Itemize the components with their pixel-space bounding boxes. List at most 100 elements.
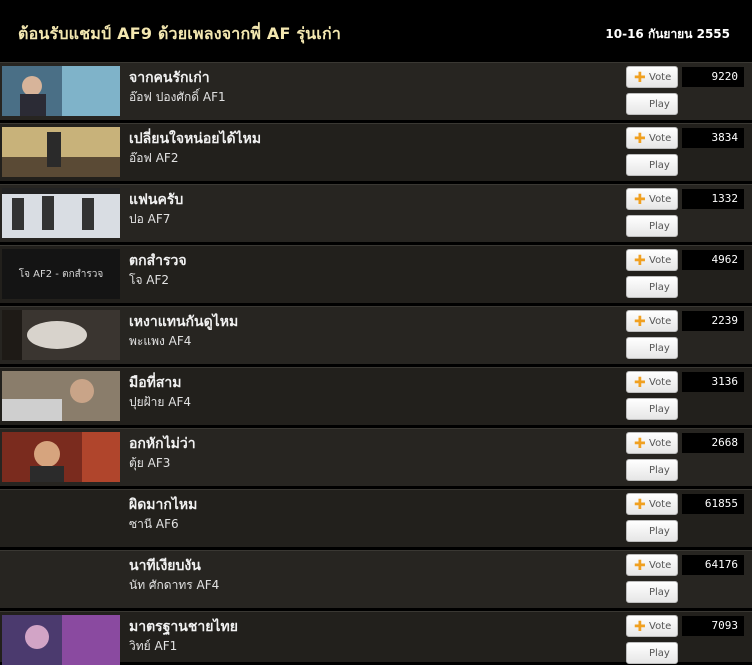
video-thumbnail[interactable]: [2, 615, 120, 665]
plus-icon: ✚: [634, 131, 646, 147]
play-button[interactable]: Play: [626, 398, 678, 420]
list-item: แฟนครับ ปอ AF7 ✚ Vote Play 1332: [0, 184, 752, 242]
list-item: มือที่สาม ปุยฝ้าย AF4 ✚ Vote Play 3136: [0, 367, 752, 425]
vote-button[interactable]: ✚ Vote: [626, 249, 678, 271]
vote-button[interactable]: ✚ Vote: [626, 66, 678, 88]
vote-label: Vote: [649, 255, 672, 266]
plus-icon: ✚: [634, 253, 646, 269]
vote-button[interactable]: ✚ Vote: [626, 310, 678, 332]
play-button[interactable]: Play: [626, 459, 678, 481]
play-label: Play: [649, 526, 670, 537]
vote-label: Vote: [649, 560, 672, 571]
song-title[interactable]: อกหักไม่ว่า: [129, 433, 196, 455]
song-title[interactable]: ผิดมากไหม: [129, 494, 197, 516]
list-item: จากคนรักเก่า อ๊อฟ ปองศักดิ์ AF1 ✚ Vote Pl…: [0, 62, 752, 120]
artist-name: นัท ศักดาทร AF4: [129, 578, 220, 592]
play-label: Play: [649, 282, 670, 293]
vote-button[interactable]: ✚ Vote: [626, 188, 678, 210]
song-title[interactable]: เปลี่ยนใจหน่อยได้ไหม: [129, 128, 261, 150]
song-title[interactable]: ตกสำรวจ: [129, 250, 187, 272]
list-item: ผิดมากไหม ซานี AF6 ✚ Vote Play 61855: [0, 489, 752, 547]
video-thumbnail[interactable]: [2, 66, 120, 116]
artist-name: วิทย์ AF1: [129, 639, 178, 653]
vote-count: 1332: [682, 189, 744, 209]
play-button[interactable]: Play: [626, 93, 678, 115]
play-label: Play: [649, 404, 670, 415]
list-item: มาตรฐานชายไทย วิทย์ AF1 ✚ Vote Play 7093: [0, 611, 752, 665]
song-title[interactable]: แฟนครับ: [129, 189, 183, 211]
vote-count: 7093: [682, 616, 744, 636]
artist-name: ปุยฝ้าย AF4: [129, 395, 192, 409]
vote-count: 4962: [682, 250, 744, 270]
vote-label: Vote: [649, 621, 672, 632]
plus-icon: ✚: [634, 436, 646, 452]
song-title[interactable]: มาตรฐานชายไทย: [129, 616, 238, 638]
plus-icon: ✚: [634, 70, 646, 86]
vote-label: Vote: [649, 72, 672, 83]
vote-label: Vote: [649, 499, 672, 510]
video-thumbnail[interactable]: [2, 493, 120, 543]
page-header: ต้อนรับแชมป์ AF9 ด้วยเพลงจากพี่ AF รุ่นเ…: [0, 0, 752, 62]
play-label: Play: [649, 99, 670, 110]
list-item: โจ AF2 - ตกสำรวจ ตกสำรวจ โจ AF2 ✚ Vote Pl…: [0, 245, 752, 303]
artist-name: ปอ AF7: [129, 212, 171, 226]
vote-count: 3136: [682, 372, 744, 392]
list-item: นาทีเงียบงัน นัท ศักดาทร AF4 ✚ Vote Play …: [0, 550, 752, 608]
thumbnail-caption: โจ AF2 - ตกสำรวจ: [18, 269, 104, 280]
vote-label: Vote: [649, 438, 672, 449]
list-item: เหงาแทนกันดูไหม พะแพง AF4 ✚ Vote Play 223…: [0, 306, 752, 364]
play-button[interactable]: Play: [626, 154, 678, 176]
play-label: Play: [649, 587, 670, 598]
vote-count: 61855: [682, 494, 744, 514]
song-title[interactable]: จากคนรักเก่า: [129, 67, 210, 89]
video-thumbnail[interactable]: [2, 554, 120, 604]
song-title[interactable]: เหงาแทนกันดูไหม: [129, 311, 238, 333]
video-thumbnail[interactable]: [2, 371, 120, 421]
artist-name: ซานี AF6: [129, 517, 179, 531]
play-button[interactable]: Play: [626, 337, 678, 359]
vote-button[interactable]: ✚ Vote: [626, 493, 678, 515]
video-thumbnail[interactable]: โจ AF2 - ตกสำรวจ: [2, 249, 120, 299]
play-label: Play: [649, 648, 670, 659]
artist-name: โจ AF2: [129, 273, 170, 287]
play-label: Play: [649, 221, 670, 232]
artist-name: พะแพง AF4: [129, 334, 192, 348]
vote-button[interactable]: ✚ Vote: [626, 615, 678, 637]
video-thumbnail[interactable]: [2, 127, 120, 177]
song-title[interactable]: มือที่สาม: [129, 372, 182, 394]
artist-name: อ๊อฟ AF2: [129, 151, 179, 165]
date-range: 10-16 กันยายน 2555: [605, 27, 730, 41]
vote-button[interactable]: ✚ Vote: [626, 371, 678, 393]
play-label: Play: [649, 343, 670, 354]
plus-icon: ✚: [634, 497, 646, 513]
page-title: ต้อนรับแชมป์ AF9 ด้วยเพลงจากพี่ AF รุ่นเ…: [18, 24, 342, 43]
list-item: เปลี่ยนใจหน่อยได้ไหม อ๊อฟ AF2 ✚ Vote Play…: [0, 123, 752, 181]
video-thumbnail[interactable]: [2, 310, 120, 360]
play-button[interactable]: Play: [626, 215, 678, 237]
vote-count: 2239: [682, 311, 744, 331]
plus-icon: ✚: [634, 558, 646, 574]
play-button[interactable]: Play: [626, 520, 678, 542]
video-thumbnail[interactable]: [2, 432, 120, 482]
vote-count: 9220: [682, 67, 744, 87]
vote-count: 64176: [682, 555, 744, 575]
vote-label: Vote: [649, 377, 672, 388]
vote-label: Vote: [649, 316, 672, 327]
video-thumbnail[interactable]: [2, 188, 120, 238]
song-title[interactable]: นาทีเงียบงัน: [129, 555, 201, 577]
play-button[interactable]: Play: [626, 276, 678, 298]
vote-count: 2668: [682, 433, 744, 453]
play-button[interactable]: Play: [626, 581, 678, 603]
artist-name: ตุ้ย AF3: [129, 456, 171, 470]
play-label: Play: [649, 160, 670, 171]
vote-button[interactable]: ✚ Vote: [626, 127, 678, 149]
vote-button[interactable]: ✚ Vote: [626, 432, 678, 454]
artist-name: อ๊อฟ ปองศักดิ์ AF1: [129, 90, 226, 104]
plus-icon: ✚: [634, 375, 646, 391]
play-label: Play: [649, 465, 670, 476]
list-item: อกหักไม่ว่า ตุ้ย AF3 ✚ Vote Play 2668: [0, 428, 752, 486]
plus-icon: ✚: [634, 619, 646, 635]
vote-label: Vote: [649, 133, 672, 144]
plus-icon: ✚: [634, 192, 646, 208]
vote-button[interactable]: ✚ Vote: [626, 554, 678, 576]
